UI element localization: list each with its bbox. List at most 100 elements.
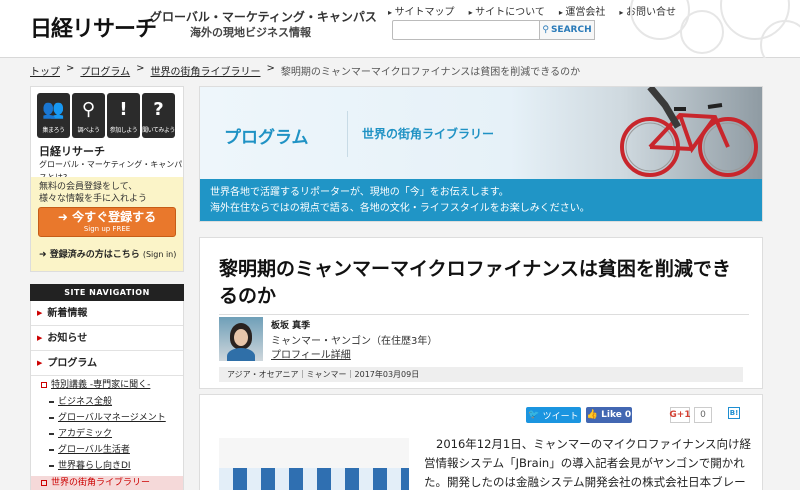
like-label: Like [601, 410, 622, 420]
subnav-label: グローバル生活者 [58, 445, 130, 455]
link-about[interactable]: サイトについて [469, 3, 545, 18]
banner-desc-line: 世界各地で活躍するリポーターが、現地の「今」をお伝えします。 [210, 187, 509, 198]
search-button-label: SEARCH [550, 25, 592, 35]
breadcrumb-library[interactable]: 世界の街角ライブラリー [150, 63, 260, 78]
tile-research[interactable]: ⚲ 調べよう [72, 93, 105, 138]
subnav-business[interactable]: ビジネス全般 [41, 394, 183, 410]
people-icon: 👥 [42, 99, 65, 120]
subnav-label: ビジネス全般 [58, 397, 113, 407]
signin-link[interactable]: ➜ 登録済みの方はこちら (Sign in) [39, 247, 176, 260]
nav-item-news[interactable]: ▶ 新着情報 [31, 301, 183, 326]
site-navigation-header: SITE NAVIGATION [30, 284, 184, 301]
article-body: 🐦 ツイート 👍 Like 0 G+1 0 B! 2016年12月1日、ミャンマ… [199, 394, 763, 490]
twitter-bird-icon: 🐦 [528, 410, 540, 420]
signup-panel: 無料の会員登録をして、 様々な情報を手に入れよう ➜ 今すぐ登録する Sign … [31, 177, 183, 271]
nav-item-label: プログラム [47, 357, 98, 369]
divider [219, 314, 749, 315]
signup-note-line: 無料の会員登録をして、 [39, 182, 138, 192]
nav-item-label: お知らせ [47, 332, 88, 344]
breadcrumb-separator: > [136, 63, 145, 74]
site-tagline: グローバル・マーケティング・キャンパス 海外の現地ビジネス情報 [150, 9, 377, 41]
google-plus-button[interactable]: G+1 [669, 407, 691, 423]
article-paragraph: 2016年12月1日、ミャンマーのマイクロファイナンス向け経営情報システム「JB… [424, 437, 752, 489]
feature-icons: 👥 集まろう ⚲ 調べよう ! 参加しよう ? 聞いてみよう [37, 93, 175, 138]
subnav-label: アカデミック [58, 429, 113, 439]
signin-label: 登録済みの方はこちら [49, 250, 140, 260]
subnav-special-lecture[interactable]: 特別講義 -専門家に聞く- [41, 376, 183, 394]
nav-item-notice[interactable]: ▶ お知らせ [31, 326, 183, 351]
banner-divider [347, 111, 348, 157]
dash-bullet-icon [49, 465, 54, 467]
subnav-global-management[interactable]: グローバルマネージメント [41, 410, 183, 426]
dash-bullet-icon [49, 401, 54, 403]
subnav-global-consumer[interactable]: グローバル生活者 [41, 442, 183, 458]
article-photo [219, 438, 409, 490]
tile-label: 集まろう [42, 127, 65, 134]
subnav-label: 世界の街角ライブラリー [51, 478, 151, 488]
subnav-label: 特別講義 -専門家に聞く- [51, 380, 151, 390]
author-avatar [219, 317, 263, 361]
nav-item-label: 新着情報 [47, 307, 88, 319]
breadcrumb-top[interactable]: トップ [30, 63, 60, 78]
author-location: ミャンマー・ヤンゴン（在住歴3年） [271, 336, 438, 347]
square-bullet-icon [41, 382, 47, 388]
site-navigation: ▶ 新着情報 ▶ お知らせ ▶ プログラム 特別講義 -専門家に聞く- ビジネス… [30, 301, 184, 490]
subnav-living-di[interactable]: 世界暮らし向きDI [41, 458, 183, 474]
register-button[interactable]: ➜ 今すぐ登録する Sign up FREE [38, 207, 176, 237]
question-icon: ? [153, 99, 164, 120]
subnav-academic[interactable]: アカデミック [41, 426, 183, 442]
author-name: 板坂 真季 [271, 321, 311, 331]
banner-desc-line: 海外在住ならではの視点で語る、各地の文化・ライフスタイルをお楽しみください。 [210, 203, 590, 214]
link-sitemap[interactable]: サイトマップ [388, 3, 455, 18]
tagline-main: グローバル・マーケティング・キャンパス [150, 10, 377, 24]
arrow-circle-icon: ➜ [39, 250, 47, 260]
link-company[interactable]: 運営会社 [559, 3, 605, 18]
bicycle-photo [620, 87, 758, 177]
exclamation-icon: ! [119, 99, 128, 120]
subnav-library-active[interactable]: 世界の街角ライブラリー [31, 476, 183, 490]
thumbs-up-icon: 👍 [586, 410, 599, 420]
site-header: 日経リサーチ グローバル・マーケティング・キャンパス 海外の現地ビジネス情報 サ… [0, 0, 800, 58]
campus-brand: 日経リサーチ [39, 145, 105, 158]
tile-label: 聞いてみよう [142, 127, 175, 134]
tile-join[interactable]: ! 参加しよう [107, 93, 140, 138]
program-subnav: 特別講義 -専門家に聞く- ビジネス全般 グローバルマネージメント アカデミック… [31, 376, 183, 490]
triangle-right-icon: ▶ [37, 333, 43, 342]
tile-gather[interactable]: 👥 集まろう [37, 93, 70, 138]
search-button[interactable]: ⚲ SEARCH [539, 20, 595, 40]
tile-label: 参加しよう [109, 127, 138, 134]
search-input[interactable] [392, 20, 540, 40]
tweet-label: ツイート [542, 411, 579, 422]
signin-en-label: (Sign in) [142, 250, 177, 259]
decorative-circles [620, 0, 800, 58]
hatena-bookmark-button[interactable]: B! [728, 407, 740, 419]
facebook-like-button[interactable]: 👍 Like 0 [586, 407, 632, 423]
breadcrumb-separator: > [266, 63, 275, 74]
tagline-sub: 海外の現地ビジネス情報 [190, 26, 311, 39]
article-header: 黎明期のミャンマーマイクロファイナンスは貧困を削減できるのか 板坂 真季 ミャン… [199, 237, 763, 389]
subnav-label: グローバルマネージメント [58, 413, 166, 423]
signup-note-line: 様々な情報を手に入れよう [39, 194, 148, 204]
tile-ask[interactable]: ? 聞いてみよう [142, 93, 175, 138]
program-banner: プログラム 世界の街角ライブラリー 世界各地で活躍するリポーターが、現地の「今」… [199, 86, 763, 222]
tile-label: 調べよう [77, 127, 100, 134]
register-label: 今すぐ登録する [72, 210, 157, 224]
site-logo[interactable]: 日経リサーチ [30, 11, 157, 43]
breadcrumb: トップ > プログラム > 世界の街角ライブラリー > 黎明期のミャンマーマイク… [30, 63, 580, 78]
nav-item-program[interactable]: ▶ プログラム [31, 351, 183, 376]
article-title: 黎明期のミャンマーマイクロファイナンスは貧困を削減できるのか [219, 258, 731, 307]
banner-program-title: プログラム [224, 128, 309, 148]
triangle-right-icon: ▶ [37, 308, 43, 317]
search-icon: ⚲ [542, 25, 549, 35]
author-profile-link[interactable]: プロフィール詳細 [271, 346, 351, 361]
breadcrumb-program[interactable]: プログラム [80, 63, 130, 78]
triangle-right-icon: ▶ [37, 358, 43, 367]
register-sub-label: Sign up FREE [83, 225, 131, 233]
breadcrumb-separator: > [66, 63, 75, 74]
article-meta: アジア・オセアニア｜ミャンマー｜2017年03月09日 [219, 367, 743, 382]
google-plus-count: 0 [694, 407, 712, 423]
tweet-button[interactable]: 🐦 ツイート [526, 407, 581, 423]
banner-image: プログラム 世界の街角ライブラリー [200, 87, 762, 179]
arrow-circle-icon: ➜ [57, 210, 68, 224]
signup-note: 無料の会員登録をして、 様々な情報を手に入れよう [39, 181, 147, 205]
